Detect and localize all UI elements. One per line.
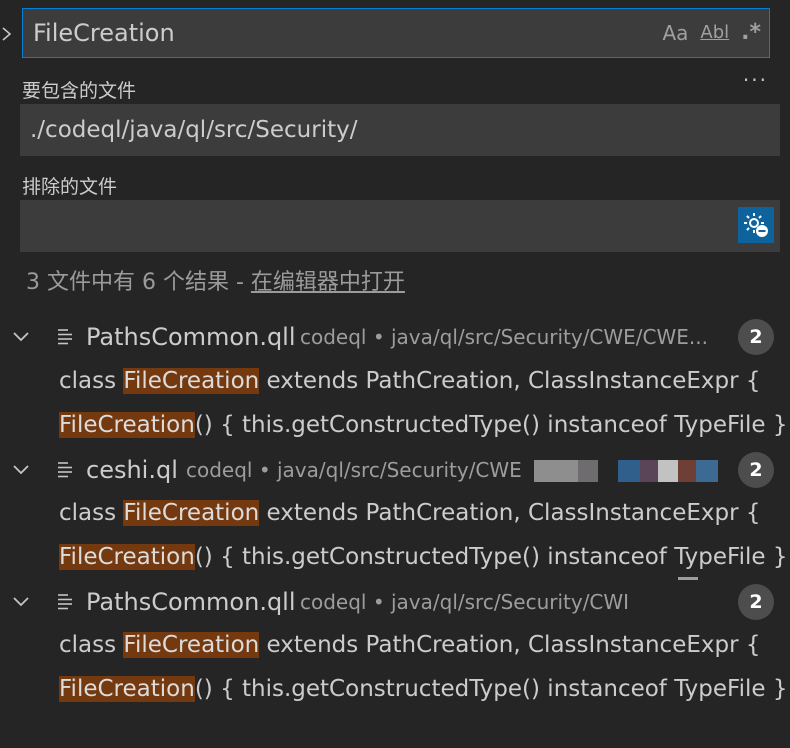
- chevron-down-icon[interactable]: [10, 590, 32, 612]
- open-in-editor-link[interactable]: 在编辑器中打开: [251, 270, 405, 295]
- include-input[interactable]: ./codeql/java/ql/src/Security/: [30, 104, 357, 156]
- search-panel: FileCreation Aa Abl .* ... 要包含的文件 ./code…: [0, 0, 790, 748]
- file-lines-icon: [58, 462, 72, 478]
- match-highlight: FileCreation: [123, 368, 260, 394]
- file-lines-icon: [58, 329, 72, 345]
- match-text: extends PathCreation, ClassInstanceExpr …: [259, 632, 761, 658]
- match-highlight: FileCreation: [123, 632, 260, 658]
- match-line[interactable]: FileCreation() { this.getConstructedType…: [59, 669, 787, 709]
- match-text: class: [59, 500, 124, 526]
- match-count-badge: 2: [738, 452, 774, 488]
- result-file-path: codeql • java/ql/src/Security/CWI: [300, 590, 630, 614]
- match-count-badge: 2: [738, 584, 774, 620]
- match-line[interactable]: class FileCreation extends PathCreation,…: [59, 625, 760, 665]
- match-highlight: FileCreation: [59, 412, 195, 438]
- search-box[interactable]: FileCreation Aa Abl .*: [22, 8, 770, 58]
- results-summary-text: 3 文件中有 6 个结果 -: [26, 270, 251, 295]
- result-file-row[interactable]: PathsCommon.qll codeql • java/ql/src/Sec…: [0, 317, 790, 357]
- gear-exclude-icon: [744, 213, 768, 237]
- match-highlight: FileCreation: [59, 544, 195, 570]
- match-text: class: [59, 368, 124, 394]
- match-text: () { this.getConstructedType() instanceo…: [194, 676, 788, 702]
- match-line[interactable]: class FileCreation extends PathCreation,…: [59, 493, 760, 533]
- match-case-icon[interactable]: Aa: [662, 19, 688, 47]
- chevron-down-icon[interactable]: [10, 458, 32, 480]
- result-file-path: codeql • java/ql/src/Security/CWE/CWE...: [300, 325, 708, 349]
- result-file-name: PathsCommon.qll: [86, 323, 296, 351]
- include-label: 要包含的文件: [22, 80, 137, 102]
- exclude-label: 排除的文件: [22, 176, 118, 198]
- match-text: () { this.getConstructedType() instanceo…: [194, 412, 788, 438]
- result-file-name: PathsCommon.qll: [86, 588, 296, 616]
- result-file-name: ceshi.ql: [86, 456, 178, 484]
- more-options-button[interactable]: ...: [743, 62, 768, 86]
- match-line[interactable]: FileCreation() { this.getConstructedType…: [59, 405, 787, 445]
- search-input[interactable]: FileCreation: [33, 9, 633, 57]
- result-file-path: codeql • java/ql/src/Security/CWE: [186, 458, 522, 482]
- file-lines-icon: [58, 594, 72, 610]
- result-file-row[interactable]: PathsCommon.qll codeql • java/ql/src/Sec…: [0, 582, 790, 622]
- include-field[interactable]: ./codeql/java/ql/src/Security/: [20, 104, 780, 156]
- match-count-badge: 2: [738, 319, 774, 355]
- result-file-row[interactable]: ceshi.ql codeql • java/ql/src/Security/C…: [0, 450, 790, 490]
- search-options: Aa Abl .*: [662, 19, 761, 47]
- match-text: extends PathCreation, ClassInstanceExpr …: [259, 368, 761, 394]
- toggle-replace-chevron-icon[interactable]: [0, 22, 14, 46]
- match-text: () { this.getConstructedType() instanceo…: [194, 544, 788, 570]
- results-summary: 3 文件中有 6 个结果 - 在编辑器中打开: [26, 264, 405, 296]
- chevron-down-icon[interactable]: [10, 325, 32, 347]
- match-highlight: FileCreation: [59, 676, 195, 702]
- match-highlight: FileCreation: [123, 500, 260, 526]
- cursor-marker: [678, 577, 698, 580]
- exclude-field[interactable]: [20, 200, 780, 252]
- whole-word-icon[interactable]: Abl: [700, 19, 729, 47]
- match-line[interactable]: class FileCreation extends PathCreation,…: [59, 361, 760, 401]
- regex-icon[interactable]: .*: [741, 19, 761, 47]
- use-exclude-settings-button[interactable]: [738, 207, 774, 243]
- match-text: extends PathCreation, ClassInstanceExpr …: [259, 500, 761, 526]
- match-text: class: [59, 632, 124, 658]
- match-line[interactable]: FileCreation() { this.getConstructedType…: [59, 537, 787, 577]
